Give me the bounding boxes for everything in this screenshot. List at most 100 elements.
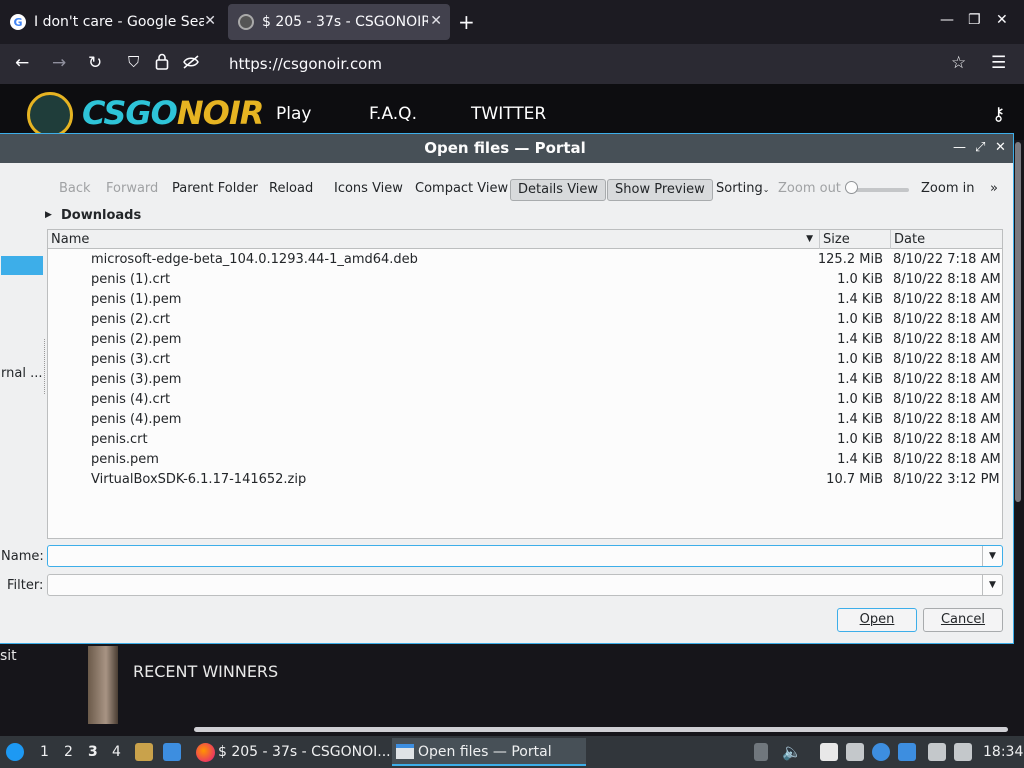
file-size: 1.4 KiB: [837, 412, 883, 427]
clock[interactable]: 18:34: [983, 744, 1023, 760]
reload-icon[interactable]: ↻: [88, 53, 102, 73]
side-text-fragment: sit: [0, 648, 17, 664]
bookmark-star-icon[interactable]: ☆: [951, 53, 966, 73]
minimize-icon[interactable]: —: [953, 140, 966, 155]
table-row[interactable]: penis (2).pem 1.4 KiB 8/10/22 8:18 AM: [48, 330, 1002, 350]
expand-arrow-icon[interactable]: ▶: [45, 210, 52, 220]
volume-icon[interactable]: 🔈: [782, 742, 802, 761]
icons-view-button[interactable]: Icons View: [327, 179, 410, 201]
display-icon[interactable]: [928, 743, 946, 761]
taskbar-window-dialog[interactable]: Open files — Portal: [392, 738, 586, 766]
site-logo[interactable]: CSGONOIR: [82, 94, 264, 132]
column-header-size[interactable]: Size: [820, 230, 891, 249]
table-row[interactable]: penis.crt 1.0 KiB 8/10/22 8:18 AM: [48, 430, 1002, 450]
tab-csgonoir[interactable]: $ 205 - 37s - CSGONOIR ✕: [228, 4, 450, 40]
file-icon: [73, 293, 85, 307]
sidebar-selected-place[interactable]: [1, 256, 43, 275]
column-header-name[interactable]: Name ▼: [48, 230, 820, 249]
maximize-icon[interactable]: ⤢: [975, 140, 985, 155]
column-header-date[interactable]: Date: [891, 230, 1002, 249]
table-row[interactable]: penis (1).crt 1.0 KiB 8/10/22 8:18 AM: [48, 270, 1002, 290]
shield-icon[interactable]: ⛉: [128, 53, 139, 71]
monitor-icon[interactable]: [954, 743, 972, 761]
file-size: 1.0 KiB: [837, 352, 883, 367]
vertical-scrollbar[interactable]: [1015, 142, 1021, 502]
table-row[interactable]: penis (2).crt 1.0 KiB 8/10/22 8:18 AM: [48, 310, 1002, 330]
forward-icon[interactable]: →: [52, 53, 66, 73]
cancel-button[interactable]: Cancel: [923, 608, 1003, 632]
back-button[interactable]: Back: [52, 179, 98, 201]
menu-icon[interactable]: ☰: [991, 53, 1006, 73]
close-tab-icon[interactable]: ✕: [430, 13, 442, 29]
taskbar-window-firefox[interactable]: $ 205 - 37s - CSGONOI...: [194, 740, 391, 766]
file-date: 8/10/22 8:18 AM: [893, 372, 1001, 387]
file-name: penis (4).pem: [91, 412, 182, 427]
table-row[interactable]: penis (4).crt 1.0 KiB 8/10/22 8:18 AM: [48, 390, 1002, 410]
zoom-slider-handle[interactable]: [845, 181, 858, 194]
table-row[interactable]: penis (4).pem 1.4 KiB 8/10/22 8:18 AM: [48, 410, 1002, 430]
notes-icon[interactable]: [820, 743, 838, 761]
table-row[interactable]: penis (3).pem 1.4 KiB 8/10/22 8:18 AM: [48, 370, 1002, 390]
filter-field[interactable]: ▼: [47, 574, 1003, 596]
horizontal-scrollbar[interactable]: [194, 727, 1008, 732]
tab-title: $ 205 - 37s - CSGONOIR: [262, 14, 428, 30]
details-view-button[interactable]: Details View: [510, 179, 607, 201]
desktop-2[interactable]: 2: [64, 744, 73, 760]
nav-faq[interactable]: F.A.Q.: [369, 104, 417, 124]
site-header: CSGONOIR Play F.A.Q. TWITTER ⚷: [0, 84, 1024, 140]
key-icon[interactable]: ⚷: [992, 104, 1005, 125]
close-tab-icon[interactable]: ✕: [204, 13, 216, 29]
tracking-protection-icon[interactable]: [181, 53, 201, 76]
table-row[interactable]: penis (3).crt 1.0 KiB 8/10/22 8:18 AM: [48, 350, 1002, 370]
file-name: penis.crt: [91, 432, 148, 447]
file-manager-icon[interactable]: [135, 743, 153, 761]
restore-icon[interactable]: ❐: [968, 12, 981, 28]
show-preview-button[interactable]: Show Preview: [607, 179, 713, 201]
app-launcher-icon[interactable]: [6, 743, 24, 761]
updates-icon[interactable]: [898, 743, 916, 761]
file-name: penis.pem: [91, 452, 159, 467]
back-icon[interactable]: ←: [15, 53, 29, 73]
show-desktop-icon[interactable]: [163, 743, 181, 761]
url-field[interactable]: https://csgonoir.com: [229, 55, 382, 73]
file-list: Name ▼ Size Date microsoft-edge-beta_104.…: [47, 229, 1003, 539]
nav-twitter[interactable]: TWITTER: [471, 104, 546, 124]
breadcrumb[interactable]: Downloads: [61, 208, 141, 223]
sorting-button[interactable]: Sorting⌄: [709, 179, 776, 201]
reload-button[interactable]: Reload: [262, 179, 320, 201]
desktop-1[interactable]: 1: [40, 744, 49, 760]
close-window-icon[interactable]: ✕: [996, 12, 1008, 28]
table-row[interactable]: penis (1).pem 1.4 KiB 8/10/22 8:18 AM: [48, 290, 1002, 310]
compact-view-button[interactable]: Compact View: [408, 179, 515, 201]
open-button[interactable]: Open: [837, 608, 917, 632]
table-row[interactable]: penis.pem 1.4 KiB 8/10/22 8:18 AM: [48, 450, 1002, 470]
sidebar-item-label[interactable]: rnal ...: [1, 366, 42, 381]
clipboard-icon[interactable]: [754, 743, 768, 761]
chevron-down-icon[interactable]: ▼: [982, 575, 1002, 595]
cancel-label: Cancel: [940, 612, 986, 627]
network-icon[interactable]: [846, 743, 864, 761]
tab-google-search[interactable]: G I don't care - Google Search ✕: [0, 4, 224, 40]
zoom-out-button[interactable]: Zoom out: [771, 179, 848, 201]
chevron-down-icon[interactable]: ▼: [982, 546, 1002, 566]
zoom-in-button[interactable]: Zoom in: [914, 179, 981, 201]
parent-folder-button[interactable]: Parent Folder: [165, 179, 265, 201]
close-icon[interactable]: ✕: [995, 140, 1006, 155]
name-label: Name:: [1, 549, 44, 564]
notification-icon[interactable]: [872, 743, 890, 761]
filename-field[interactable]: ▼: [47, 545, 1003, 567]
filter-label: Filter:: [7, 578, 44, 593]
desktop-4[interactable]: 4: [112, 744, 121, 760]
forward-button[interactable]: Forward: [99, 179, 165, 201]
more-tools-button[interactable]: »: [983, 179, 1005, 201]
lock-icon[interactable]: [155, 53, 169, 75]
table-row[interactable]: VirtualBoxSDK-6.1.17-141652.zip 10.7 MiB 8…: [48, 470, 1002, 490]
table-row[interactable]: microsoft-edge-beta_104.0.1293.44-1_amd6…: [48, 250, 1002, 270]
desktop-3[interactable]: 3: [88, 744, 98, 760]
sidebar-splitter[interactable]: [44, 339, 45, 394]
logo-emblem-icon[interactable]: [27, 92, 73, 138]
new-tab-button[interactable]: +: [458, 10, 475, 34]
file-name: penis (2).pem: [91, 332, 182, 347]
minimize-icon[interactable]: —: [940, 12, 954, 28]
nav-play[interactable]: Play: [276, 104, 311, 124]
